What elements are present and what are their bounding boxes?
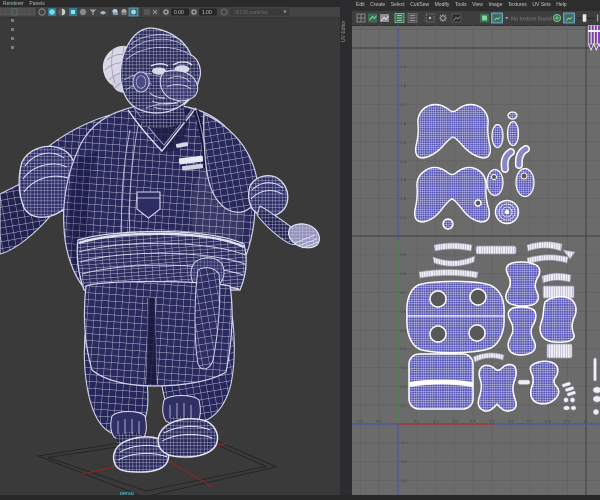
- svg-text:0.4: 0.4: [470, 419, 476, 424]
- svg-text:0.8: 0.8: [401, 271, 407, 276]
- svg-text:-0.2: -0.2: [401, 459, 409, 464]
- svg-text:0.4: 0.4: [401, 346, 407, 351]
- svg-text:1.2: 1.2: [401, 196, 407, 201]
- svg-text:1.1: 1.1: [401, 215, 407, 220]
- svg-text:1.3: 1.3: [401, 177, 407, 182]
- svg-text:0.6: 0.6: [508, 419, 514, 424]
- svg-text:0.3: 0.3: [452, 419, 458, 424]
- svg-text:-0.1: -0.1: [401, 440, 409, 445]
- svg-text:1.4: 1.4: [401, 159, 407, 164]
- svg-text:1.9: 1.9: [401, 64, 407, 69]
- svg-text:-0.3: -0.3: [401, 478, 409, 483]
- svg-text:0.6: 0.6: [401, 309, 407, 314]
- svg-text:-0.1: -0.1: [375, 419, 383, 424]
- svg-text:0.9: 0.9: [401, 252, 407, 257]
- svg-text:0.7: 0.7: [527, 419, 533, 424]
- svg-text:0.5: 0.5: [489, 419, 495, 424]
- svg-text:1.5: 1.5: [401, 140, 407, 145]
- svg-text:-0.2: -0.2: [356, 419, 364, 424]
- svg-text:0.9: 0.9: [564, 419, 570, 424]
- svg-text:1.6: 1.6: [401, 121, 407, 126]
- svg-text:0.5: 0.5: [401, 328, 407, 333]
- svg-text:No texture found: No texture found: [511, 17, 552, 23]
- svg-text:0.8: 0.8: [545, 419, 551, 424]
- svg-text:1.8: 1.8: [401, 83, 407, 88]
- svg-text:0.1: 0.1: [401, 403, 407, 408]
- svg-text:1.7: 1.7: [401, 102, 407, 107]
- svg-text:0.1: 0.1: [414, 419, 420, 424]
- svg-text:0.7: 0.7: [401, 290, 407, 295]
- svg-text:0.2: 0.2: [433, 419, 439, 424]
- svg-text:0.3: 0.3: [401, 365, 407, 370]
- svg-text:0.2: 0.2: [401, 384, 407, 389]
